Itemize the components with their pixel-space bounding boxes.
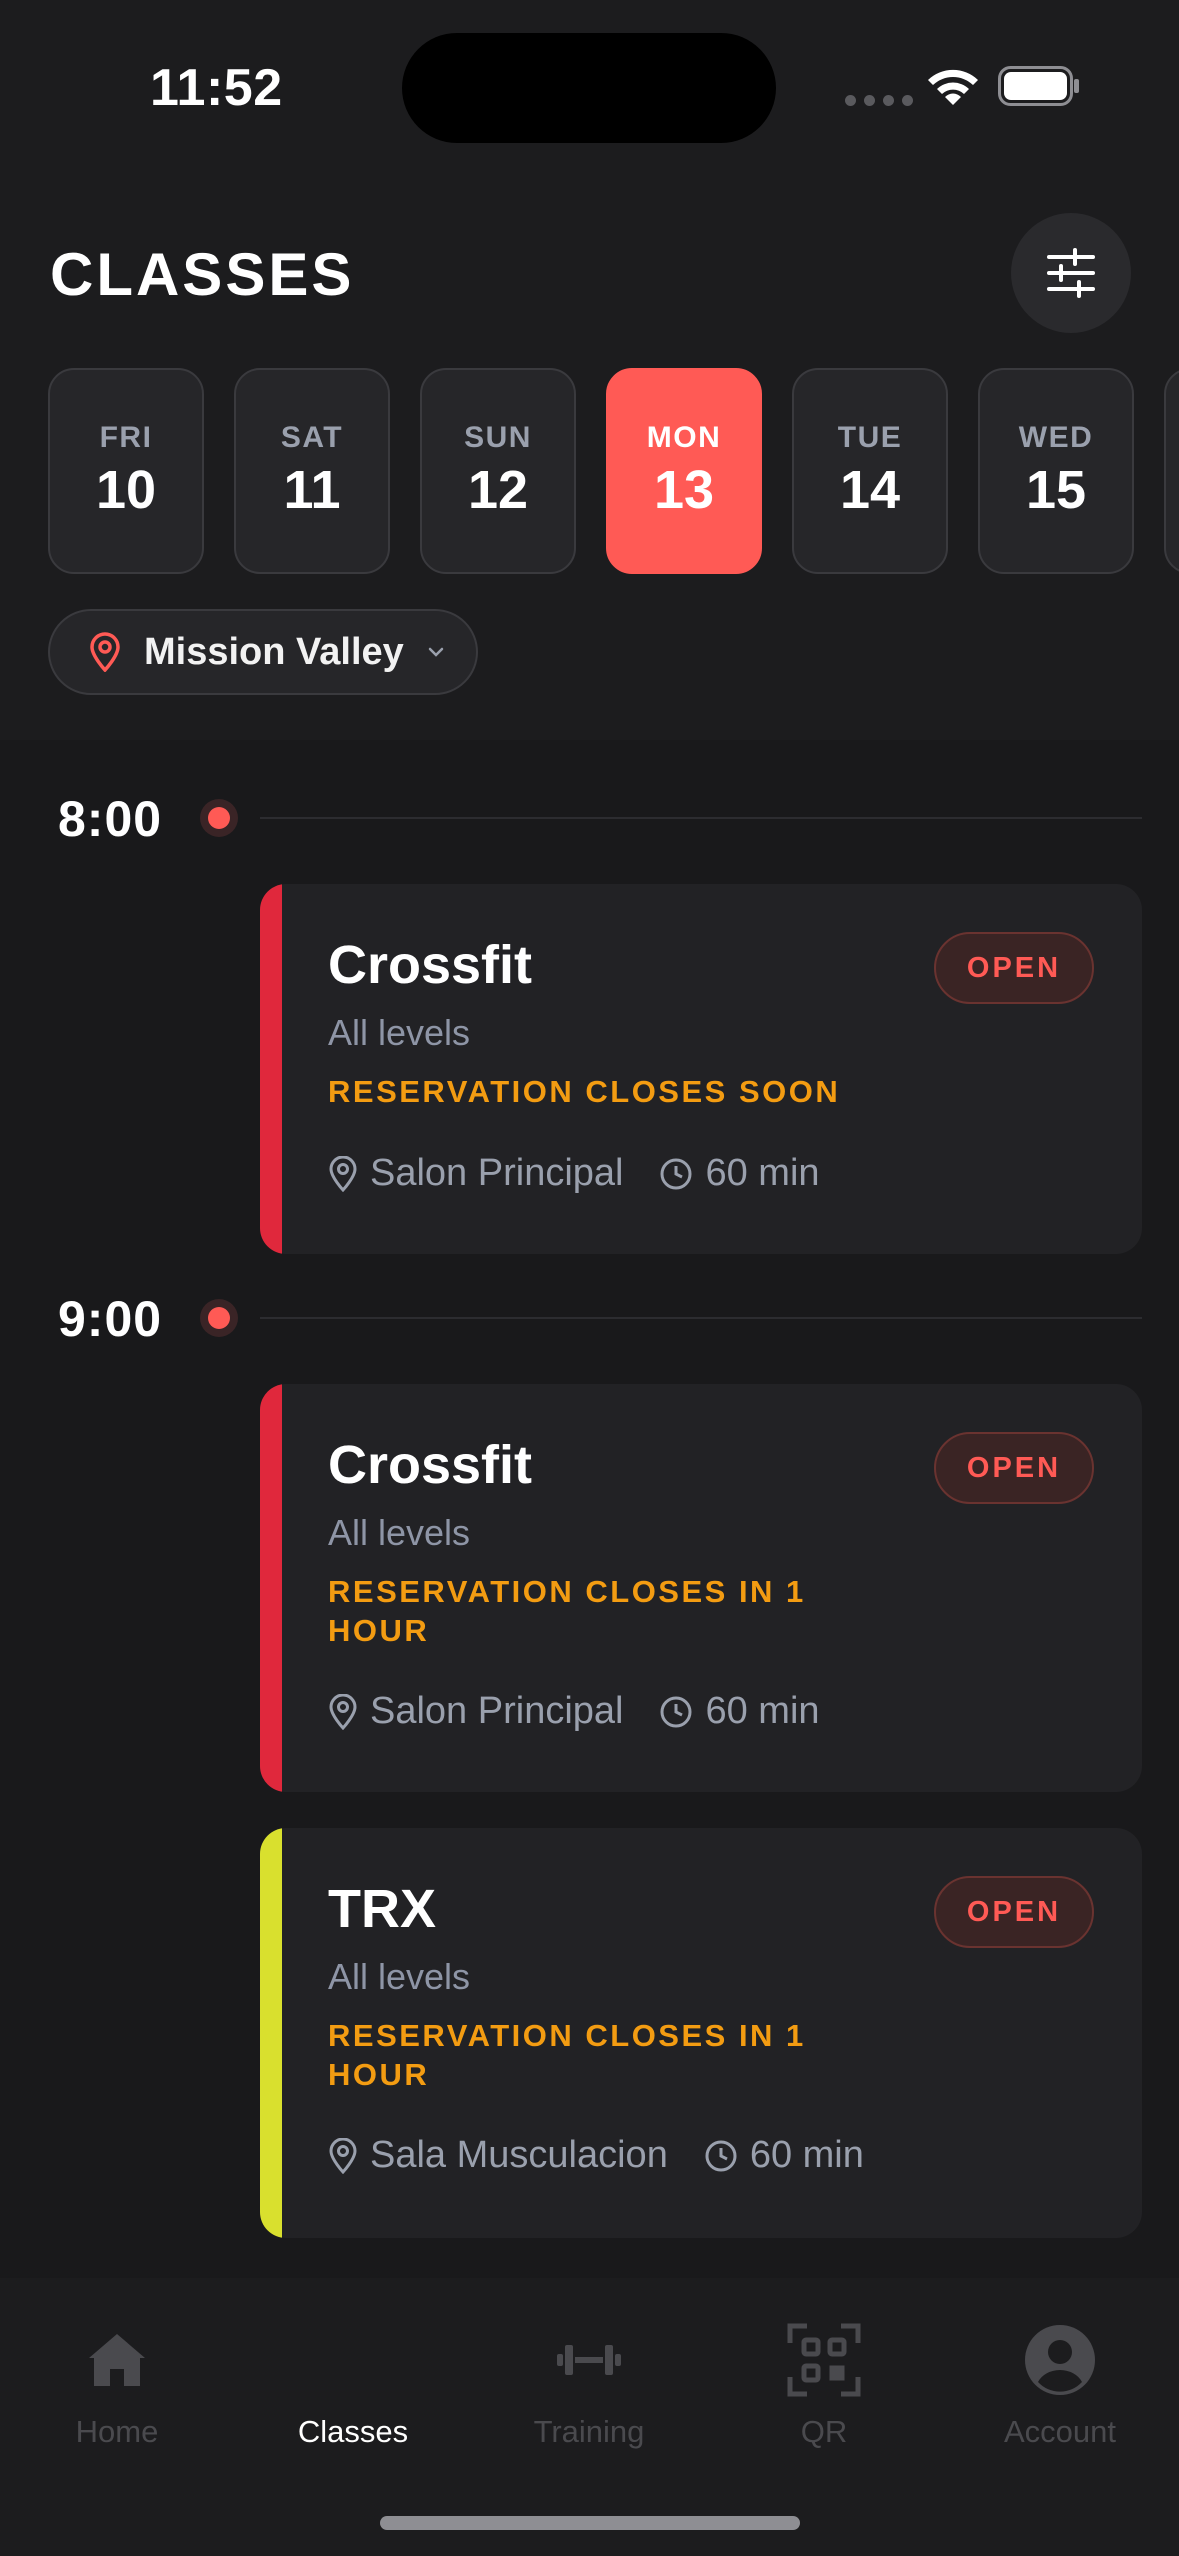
- map-pin-icon: [329, 1693, 357, 1730]
- tab-account[interactable]: Account: [960, 2320, 1160, 2450]
- class-room: Sala Musculacion: [370, 2134, 668, 2176]
- class-room: Salon Principal: [370, 1152, 624, 1194]
- date-chip[interactable]: TUE 14: [792, 368, 948, 574]
- time-slot-divider: [260, 817, 1142, 819]
- status-badge: OPEN: [934, 932, 1094, 1004]
- date-day: 14: [839, 460, 901, 520]
- tab-bar: Home Classes Training QR Account: [0, 2278, 1179, 2556]
- date-weekday: WED: [1018, 421, 1094, 454]
- date-selector: FRI 10 SAT 11 SUN 12 MON 13 TUE 14 WED 1…: [48, 368, 1179, 574]
- date-chip-selected[interactable]: MON 13: [606, 368, 762, 574]
- class-duration: 60 min: [749, 2134, 864, 2176]
- reservation-warning: RESERVATION CLOSES IN 1 HOUR: [328, 2018, 806, 2092]
- tab-label: Home: [75, 2414, 159, 2449]
- class-meta: Sala Musculacion 60 min: [328, 2134, 864, 2177]
- class-name: Crossfit: [328, 935, 533, 995]
- date-weekday: MON: [646, 421, 722, 454]
- clock-icon: [705, 2140, 737, 2171]
- time-slot-divider: [260, 1317, 1142, 1319]
- qr-code-icon: [787, 2323, 861, 2397]
- reservation-warning: RESERVATION CLOSES IN 1 HOUR: [328, 1574, 806, 1648]
- user-icon: [1025, 2325, 1095, 2395]
- class-card[interactable]: Crossfit All levels RESERVATION CLOSES S…: [260, 884, 1142, 1254]
- schedule-list[interactable]: 8:00 Crossfit All levels RESERVATION CLO…: [0, 740, 1179, 2278]
- tab-classes[interactable]: Classes: [253, 2320, 453, 2450]
- chevron-down-icon: [428, 647, 444, 657]
- class-level: All levels: [328, 1012, 471, 1053]
- time-slot-dot: [200, 1299, 238, 1337]
- clock-icon: [660, 1158, 692, 1189]
- class-name: Crossfit: [328, 1435, 533, 1495]
- class-meta: Salon Principal 60 min: [328, 1152, 820, 1195]
- tab-qr[interactable]: QR: [724, 2320, 924, 2450]
- location-label: Mission Valley: [144, 630, 404, 673]
- date-weekday: SUN: [464, 421, 532, 454]
- calendar-icon: [353, 2360, 354, 2361]
- map-pin-icon: [90, 632, 120, 672]
- page-title: CLASSES: [50, 241, 355, 308]
- location-selector[interactable]: Mission Valley: [48, 609, 478, 695]
- sliders-icon: [1047, 248, 1095, 298]
- class-room: Salon Principal: [370, 1690, 624, 1732]
- clock-icon: [660, 1696, 692, 1727]
- map-pin-icon: [329, 2137, 357, 2174]
- map-pin-icon: [329, 1155, 357, 1192]
- class-level: All levels: [328, 1512, 471, 1553]
- class-name: TRX: [328, 1879, 436, 1939]
- class-color-bar: [260, 1384, 282, 1792]
- date-day: 12: [467, 460, 529, 520]
- filter-button[interactable]: [1011, 213, 1131, 333]
- home-icon: [89, 2334, 145, 2386]
- tab-home[interactable]: Home: [17, 2320, 217, 2450]
- status-time: 11:52: [150, 59, 283, 117]
- date-chip[interactable]: WED 15: [978, 368, 1134, 574]
- status-badge: OPEN: [934, 1432, 1094, 1504]
- class-level: All levels: [328, 1956, 471, 1997]
- dumbbell-icon: [557, 2345, 621, 2375]
- wifi-icon: [928, 69, 978, 105]
- battery-icon: [998, 66, 1079, 106]
- class-duration: 60 min: [705, 1690, 820, 1732]
- date-chip[interactable]: FRI 10: [48, 368, 204, 574]
- class-card[interactable]: TRX All levels RESERVATION CLOSES IN 1 H…: [260, 1828, 1142, 2238]
- tab-training[interactable]: Training: [489, 2320, 689, 2450]
- reservation-warning: RESERVATION CLOSES SOON: [328, 1074, 841, 1109]
- cellular-signal-icon: [845, 95, 913, 106]
- tab-label: Classes: [297, 2414, 409, 2449]
- tab-label: Account: [1003, 2414, 1116, 2449]
- home-indicator: [380, 2516, 800, 2530]
- date-day: 11: [283, 460, 341, 520]
- date-chip[interactable]: SUN 12: [420, 368, 576, 574]
- class-meta: Salon Principal 60 min: [328, 1690, 820, 1733]
- dynamic-island: [402, 33, 776, 143]
- date-weekday: FRI: [99, 421, 153, 454]
- time-slot-label: 9:00: [58, 1291, 163, 1347]
- status-bar: 11:52: [0, 0, 1179, 175]
- status-badge: OPEN: [934, 1876, 1094, 1948]
- date-chip-partial[interactable]: [1164, 368, 1179, 574]
- time-slot-dot: [200, 799, 238, 837]
- tab-label: Training: [533, 2414, 645, 2449]
- date-weekday: SAT: [280, 421, 344, 454]
- class-duration: 60 min: [705, 1152, 820, 1194]
- tab-label: QR: [800, 2414, 848, 2449]
- date-weekday: TUE: [837, 421, 903, 454]
- date-day: 15: [1025, 460, 1087, 520]
- date-chip[interactable]: SAT 11: [234, 368, 390, 574]
- time-slot-label: 8:00: [58, 791, 163, 847]
- class-card[interactable]: Crossfit All levels RESERVATION CLOSES I…: [260, 1384, 1142, 1792]
- class-color-bar: [260, 884, 282, 1254]
- date-day: 10: [95, 460, 157, 520]
- date-day: 13: [653, 460, 715, 520]
- class-color-bar: [260, 1828, 282, 2238]
